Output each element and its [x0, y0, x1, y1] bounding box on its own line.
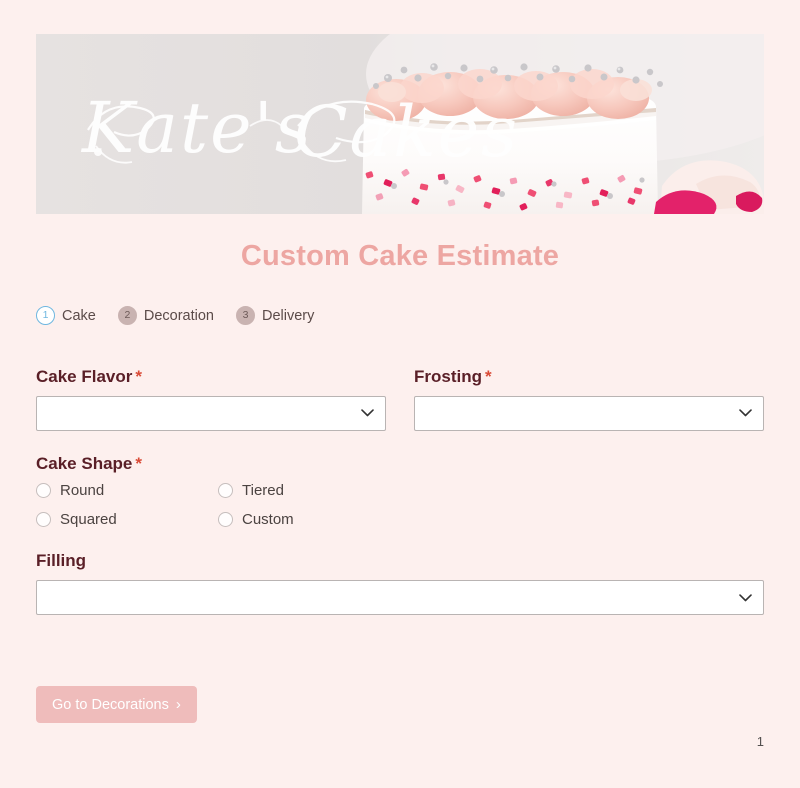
field-frosting: Frosting * [414, 367, 764, 431]
select-filling[interactable] [36, 580, 764, 616]
form-row-flavor-frosting: Cake Flavor * Frosting * [36, 367, 764, 431]
radio-label-custom: Custom [242, 511, 294, 529]
radio-circle-icon[interactable] [218, 483, 233, 499]
step-delivery[interactable]: 3 Delivery [235, 306, 315, 325]
label-frosting-text: Frosting [414, 367, 482, 386]
step-cake[interactable]: 1 Cake [36, 306, 96, 325]
cake-form: Cake Flavor * Frosting * Cake Shape * Ro… [36, 367, 764, 616]
radio-circle-icon[interactable] [218, 512, 233, 528]
banner-artwork: Kate's Cakes [36, 34, 764, 214]
required-asterisk: * [135, 453, 143, 473]
svg-text:Kate's: Kate's [80, 87, 313, 169]
radio-option-tiered[interactable]: Tiered [218, 482, 400, 499]
radio-group-cake-shape: Round Tiered Squared Custom [36, 482, 764, 528]
radio-label-round: Round [60, 482, 105, 500]
go-to-decorations-button[interactable]: Go to Decorations › [36, 686, 197, 723]
label-frosting: Frosting * [414, 367, 764, 387]
brand-script: Kate's Cakes [80, 87, 517, 173]
radio-label-tiered: Tiered [242, 482, 284, 500]
label-filling-text: Filling [36, 551, 87, 571]
step-decoration[interactable]: 2 Decoration [117, 306, 214, 325]
label-cake-shape: Cake Shape * [36, 453, 764, 474]
radio-circle-icon[interactable] [36, 512, 51, 528]
chevron-right-icon: › [175, 696, 181, 713]
field-cake-shape: Cake Shape * Round Tiered Squared Custom [36, 453, 764, 528]
step-number-1: 1 [36, 306, 55, 325]
step-number-3: 3 [235, 306, 255, 325]
select-cake-flavor[interactable] [36, 395, 386, 431]
select-frosting[interactable] [414, 395, 764, 431]
page-number: 1 [756, 734, 764, 749]
label-cake-flavor-text: Cake Flavor [36, 367, 133, 386]
required-asterisk: * [135, 367, 143, 386]
radio-option-squared[interactable]: Squared [36, 511, 218, 528]
radio-option-custom[interactable]: Custom [218, 511, 400, 528]
field-filling: Filling [36, 552, 764, 616]
label-filling: Filling [36, 552, 764, 571]
label-cake-shape-text: Cake Shape [36, 453, 133, 473]
required-asterisk: * [485, 367, 492, 386]
radio-option-round[interactable]: Round [36, 482, 218, 499]
go-to-decorations-label: Go to Decorations [52, 696, 169, 713]
label-cake-flavor: Cake Flavor * [36, 367, 386, 387]
radio-circle-icon[interactable] [36, 483, 51, 499]
step-label-cake: Cake [62, 307, 96, 324]
site-banner: Kate's Cakes [36, 34, 764, 214]
step-number-2: 2 [117, 306, 137, 325]
page-title: Custom Cake Estimate [240, 240, 560, 272]
radio-label-squared: Squared [60, 511, 117, 529]
step-label-delivery: Delivery [261, 307, 315, 324]
step-indicator: 1 Cake 2 Decoration 3 Delivery [36, 306, 314, 325]
field-cake-flavor: Cake Flavor * [36, 367, 386, 431]
step-label-decoration: Decoration [143, 307, 214, 324]
